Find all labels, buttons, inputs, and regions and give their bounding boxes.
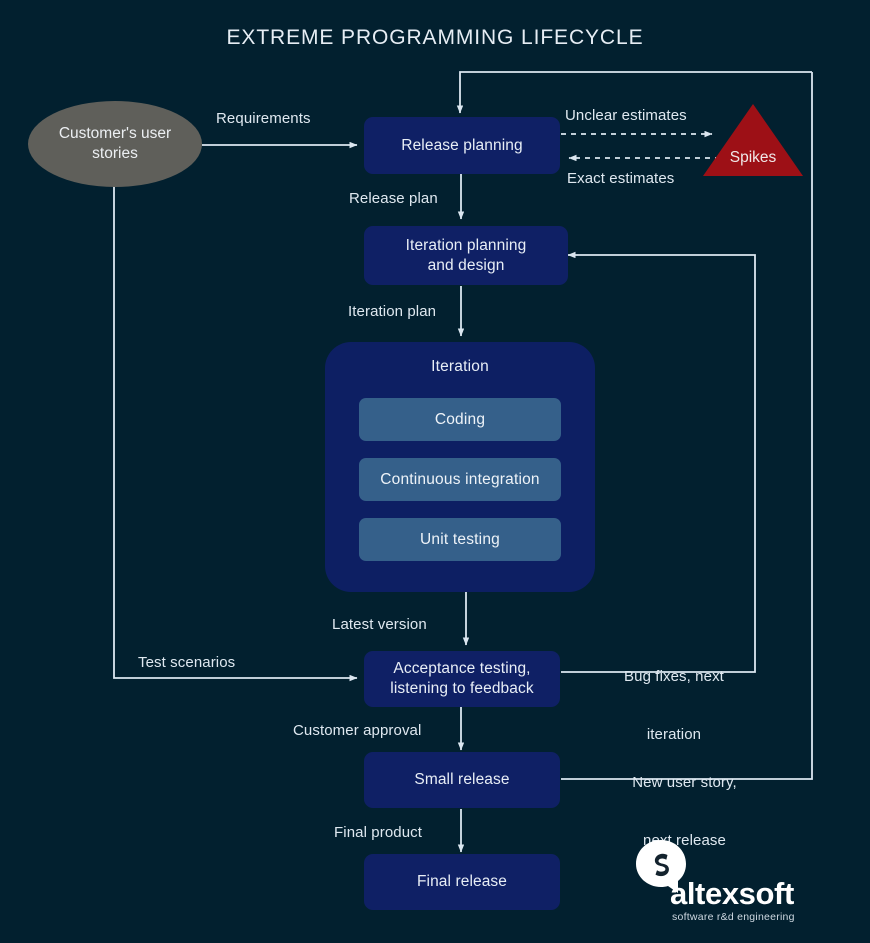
diagram-canvas: EXTREME PROGRAMMING LIFECYCLE Customer's… [0,0,870,943]
edge-label-release-plan: Release plan [349,190,438,207]
bug-fixes-line-1: Bug fixes, next [624,668,724,686]
node-acceptance-testing[interactable]: Acceptance testing, listening to feedbac… [364,651,560,707]
iteration-planning-line-2: and design [427,256,505,274]
page-title: EXTREME PROGRAMMING LIFECYCLE [226,26,644,49]
continuous-integration-label: Continuous integration [380,470,540,488]
final-release-label: Final release [416,873,508,891]
node-customer-user-stories[interactable]: Customer's user stories [28,101,202,187]
new-user-story-line-1: New user story, [632,774,737,792]
coding-label: Coding [434,410,486,428]
release-planning-label: Release planning [401,136,523,154]
acceptance-testing-line-1: Acceptance testing, [393,660,531,678]
edge-test-scenarios [113,186,358,682]
node-small-release[interactable]: Small release [364,752,560,808]
edge-label-test-scenarios: Test scenarios [138,654,236,671]
node-spikes[interactable]: Spikes [703,104,803,176]
edge-label-requirements: Requirements [216,110,311,127]
small-release-label: Small release [414,771,510,789]
node-iteration-container[interactable]: Iteration Coding Continuous integration … [325,342,595,592]
edge-label-customer-approval: Customer approval [293,722,422,739]
unit-testing-label: Unit testing [420,530,500,548]
node-final-release[interactable]: Final release [364,854,560,910]
node-iteration-planning-and-design[interactable]: Iteration planning and design [364,226,568,285]
node-coding[interactable]: Coding [359,398,561,441]
edge-label-exact-estimates: Exact estimates [567,170,675,187]
spikes-label: Spikes [729,149,777,166]
node-continuous-integration[interactable]: Continuous integration [359,458,561,501]
edge-label-iteration-plan: Iteration plan [348,303,437,320]
node-release-planning[interactable]: Release planning [364,117,560,174]
altexsoft-tagline: software r&d engineering [672,911,795,923]
acceptance-testing-line-2: listening to feedback [390,680,534,697]
iteration-title: Iteration [431,358,489,375]
altexsoft-logo: altexsoft software r&d engineering [624,838,804,930]
edge-label-latest-version: Latest version [332,616,427,633]
iteration-planning-line-1: Iteration planning [405,236,527,254]
altexsoft-wordmark: altexsoft [670,876,794,911]
customer-stories-line-1: Customer's user [58,124,172,142]
node-unit-testing[interactable]: Unit testing [359,518,561,561]
edge-label-final-product: Final product [334,824,423,841]
edge-label-unclear-estimates: Unclear estimates [565,107,687,124]
customer-stories-line-2: stories [92,145,138,162]
